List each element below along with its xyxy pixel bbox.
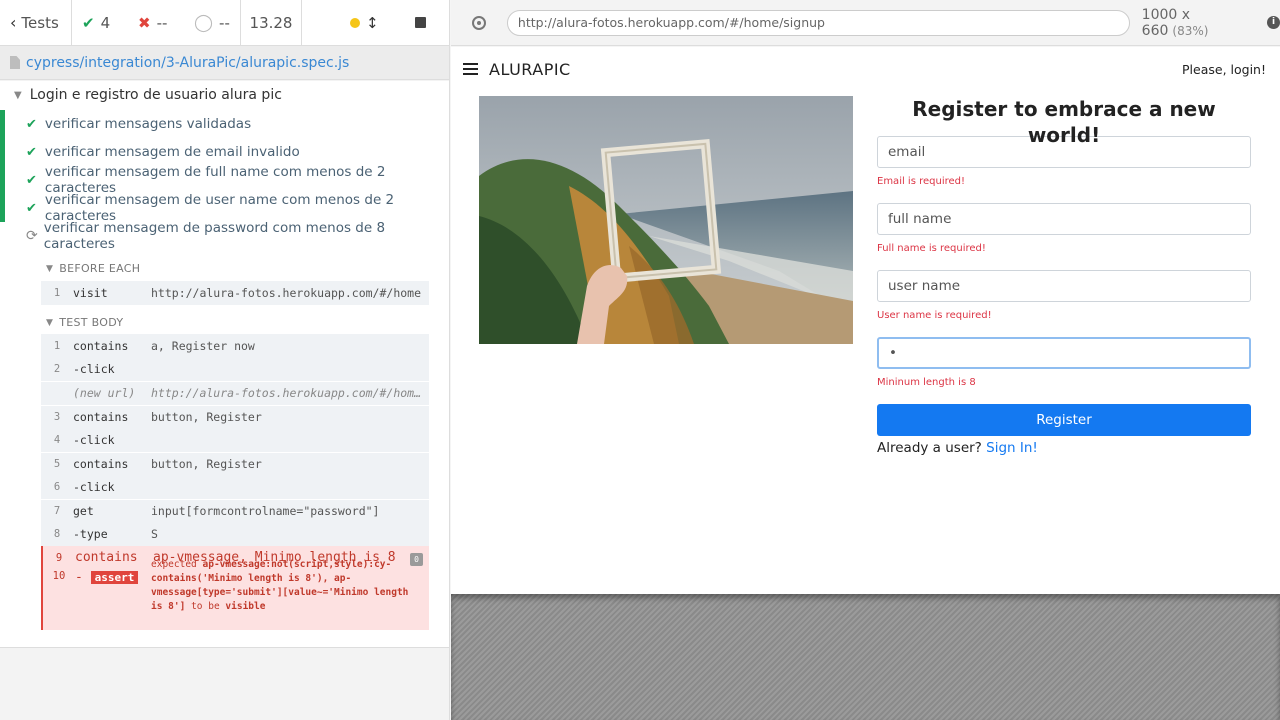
file-icon <box>10 56 20 69</box>
check-icon: ✔ <box>26 200 37 216</box>
test-item[interactable]: ✔ verificar mensagem de full name com me… <box>0 164 449 196</box>
aut-url-bar[interactable]: http://alura-fotos.herokuapp.com/#/home/… <box>506 9 1130 36</box>
run-controls: ↕ <box>302 0 426 46</box>
command-row[interactable]: 3 contains button, Register <box>41 404 429 429</box>
check-icon: ✔ <box>82 13 95 32</box>
sign-in-link[interactable]: Sign In! <box>986 440 1038 456</box>
full-name-field[interactable]: full name <box>877 203 1251 235</box>
command-row-new-url[interactable]: (new url) http://alura-fotos.herokuapp.c… <box>41 381 429 405</box>
back-to-tests-button[interactable]: ‹ Tests <box>0 0 72 46</box>
caret-down-icon: ▼ <box>46 317 54 328</box>
aut-header: http://alura-fotos.herokuapp.com/#/home/… <box>451 0 1280 46</box>
command-row[interactable]: 5 contains button, Register <box>41 451 429 476</box>
signup-form: Register to embrace a new world! email E… <box>877 96 1251 456</box>
command-row[interactable]: 4 -click <box>41 428 429 452</box>
assert-message: expected ap-vmessage:not(script,style):c… <box>151 559 409 612</box>
aut-iframe: ALURAPIC Please, login! Register to embr… <box>451 47 1280 594</box>
check-icon: ✔ <box>26 116 37 132</box>
command-row[interactable]: 2 -click <box>41 358 429 382</box>
form-title: Register to embrace a new world! <box>912 97 1216 147</box>
viewport-size: 1000 x 660 (83%) <box>1141 6 1209 39</box>
test-item[interactable]: ✔ verificar mensagem de email invalido <box>0 138 449 166</box>
test-body-commands: 1 contains a, Register now 2 -click (new… <box>41 334 429 546</box>
spec-path-link[interactable]: cypress/integration/3-AluraPic/alurapic.… <box>26 55 349 71</box>
test-item[interactable]: ✔ verificar mensagens validadas <box>0 110 449 138</box>
full-name-error: Full name is required! <box>877 243 986 254</box>
pending-count: ◯ -- <box>194 12 230 33</box>
before-each-commands: 1 visit http://alura-fotos.herokuapp.com… <box>41 281 429 305</box>
stop-button[interactable] <box>414 17 426 28</box>
command-row[interactable]: 7 get input[formcontrolname="password"] <box>41 498 429 523</box>
passed-count: ✔ 4 <box>82 13 111 32</box>
crosshair-icon <box>471 15 486 30</box>
running-indicator-icon <box>350 17 360 28</box>
check-icon: ✔ <box>26 172 37 188</box>
back-label: Tests <box>21 13 59 32</box>
app-navbar: ALURAPIC Please, login! <box>451 47 1280 93</box>
command-row[interactable]: 1 visit http://alura-fotos.herokuapp.com… <box>41 281 429 305</box>
login-link[interactable]: Please, login! <box>1182 62 1266 77</box>
failed-count: ✖ -- <box>138 13 168 32</box>
check-icon: ✔ <box>26 144 37 160</box>
password-field[interactable]: • <box>877 337 1251 369</box>
hook-test-body[interactable]: ▼ TEST BODY <box>46 316 123 329</box>
chevron-left-icon: ‹ <box>10 13 17 32</box>
user-name-error: User name is required! <box>877 310 992 321</box>
selector-playground-button[interactable] <box>451 15 507 30</box>
password-error: Mininum length is 8 <box>877 377 976 388</box>
assert-tag: assert <box>90 570 139 584</box>
failed-command-block: 9 contains ap-vmessage, Minimo length is… <box>41 546 429 630</box>
refresh-icon: ⟳ <box>26 228 38 244</box>
hook-before-each[interactable]: ▼ BEFORE EACH <box>46 262 140 275</box>
caret-down-icon: ▼ <box>46 263 54 274</box>
command-row[interactable]: 8 -type S <box>41 522 429 546</box>
test-item[interactable]: ✔ verificar mensagem de user name com me… <box>0 192 449 224</box>
spec-file-bar: cypress/integration/3-AluraPic/alurapic.… <box>0 46 449 80</box>
already-user-text: Already a user? Sign In! <box>877 440 1038 456</box>
runnables-list: ▼ Login e registro de usuario alura pic … <box>0 81 449 648</box>
test-item-running[interactable]: ⟳ verificar mensagem de password com men… <box>0 220 449 252</box>
hero-photo <box>479 96 853 344</box>
suite-title[interactable]: ▼ Login e registro de usuario alura pic <box>14 87 282 103</box>
register-button[interactable]: Register <box>877 404 1251 436</box>
pending-circle-icon: ◯ <box>194 12 214 33</box>
command-row[interactable]: 1 contains a, Register now <box>41 334 429 358</box>
email-error: Email is required! <box>877 176 965 187</box>
brand-logo: ALURAPIC <box>489 60 571 79</box>
cross-icon: ✖ <box>138 13 151 32</box>
command-row[interactable]: 6 -click <box>41 475 429 499</box>
hamburger-menu-icon[interactable] <box>463 63 478 75</box>
cypress-reporter: ‹ Tests ✔ 4 ✖ -- ◯ -- 13.28 ↕ cypress/in… <box>0 0 450 720</box>
caret-down-icon: ▼ <box>14 89 22 101</box>
auto-scroll-toggle-icon[interactable]: ↕ <box>366 14 379 32</box>
info-icon[interactable]: i <box>1267 16 1280 29</box>
aut-background <box>451 594 1280 720</box>
stats-bar: ‹ Tests ✔ 4 ✖ -- ◯ -- 13.28 ↕ <box>0 0 449 46</box>
duration: 13.28 <box>240 0 302 46</box>
user-name-field[interactable]: user name <box>877 270 1251 302</box>
